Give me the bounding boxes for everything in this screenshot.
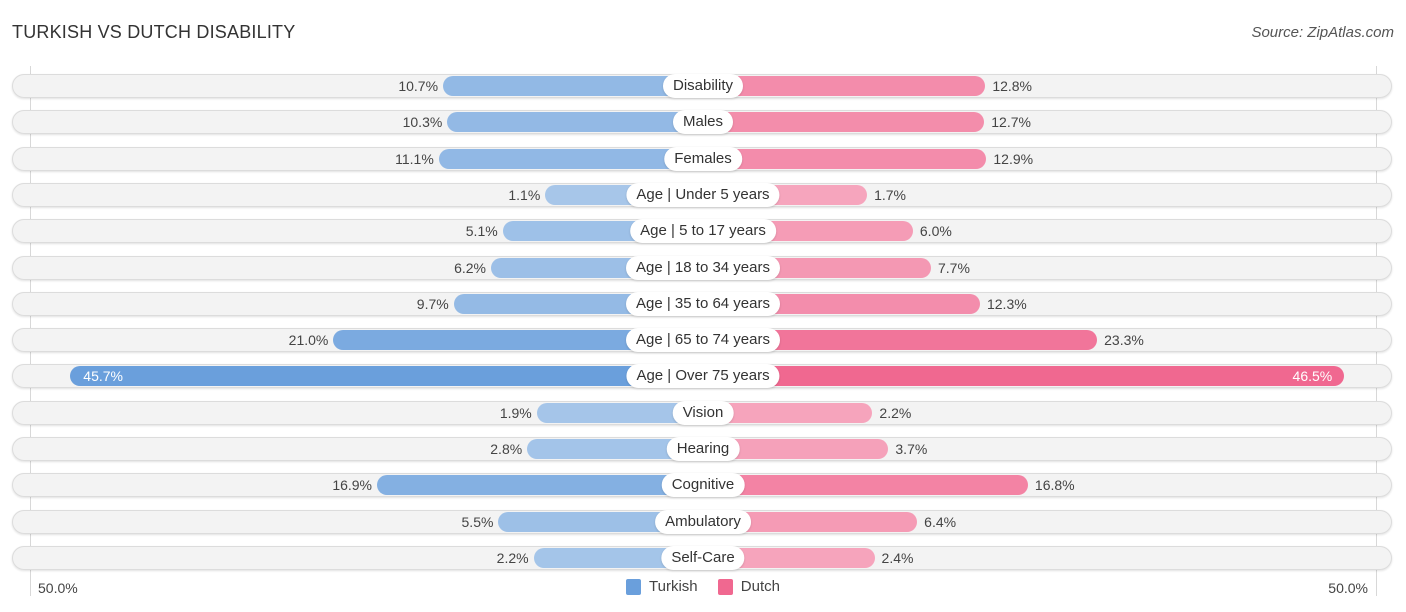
value-label-turkish: 45.7% (83, 368, 123, 385)
bar-dutch[interactable] (703, 366, 1345, 387)
category-label: Age | Over 75 years (626, 364, 780, 389)
value-label-turkish: 1.1% (508, 186, 541, 203)
legend-swatch-turkish (626, 578, 641, 595)
value-label-turkish: 6.2% (454, 259, 486, 276)
category-label: Hearing (666, 437, 740, 461)
category-label: Age | 65 to 74 years (626, 328, 780, 353)
value-label-turkish: 2.8% (490, 441, 523, 457)
value-label-turkish: 5.1% (465, 223, 498, 240)
value-label-turkish: 2.2% (496, 549, 529, 566)
category-label: Age | 35 to 64 years (626, 291, 780, 316)
category-label: Males (672, 110, 734, 135)
bar-turkish[interactable] (447, 112, 703, 133)
value-label-turkish: 1.9% (499, 404, 532, 421)
value-label-dutch: 12.9% (993, 150, 1034, 167)
legend-item-turkish[interactable]: Turkish (626, 578, 698, 595)
value-label-turkish: 16.9% (332, 477, 373, 494)
value-label-dutch: 16.8% (1034, 477, 1075, 494)
value-label-dutch: 46.5% (1292, 368, 1333, 385)
value-label-turkish: 21.0% (288, 332, 329, 349)
diverging-bar-chart: Disability 10.7% 12.8% Males 10.3% 12.7% Femal… (0, 0, 1406, 612)
legend-swatch-dutch (717, 578, 733, 595)
value-label-turkish: 11.1% (395, 150, 434, 167)
category-label: Cognitive (661, 473, 745, 498)
legend-label-dutch: Dutch (740, 578, 780, 595)
value-label-dutch: 7.7% (938, 259, 970, 276)
value-label-dutch: 1.7% (874, 186, 907, 203)
legend: Turkish Dutch (0, 578, 1406, 599)
value-label-turkish: 10.3% (402, 114, 443, 131)
value-label-dutch: 12.8% (992, 78, 1033, 94)
value-label-dutch: 2.4% (881, 549, 914, 566)
value-label-dutch: 6.0% (919, 223, 952, 240)
value-label-dutch: 6.4% (924, 513, 957, 530)
legend-label-turkish: Turkish (649, 578, 698, 595)
value-label-turkish: 10.7% (398, 78, 439, 94)
category-label: Age | 5 to 17 years (630, 219, 776, 244)
bar-dutch[interactable] (703, 475, 1028, 496)
category-label: Females (664, 146, 742, 171)
value-label-dutch: 23.3% (1104, 332, 1144, 349)
value-label-turkish: 5.5% (461, 513, 494, 530)
category-label: Disability (662, 74, 744, 98)
bar-turkish[interactable] (70, 366, 703, 387)
category-label: Vision (672, 400, 734, 425)
category-label: Age | Under 5 years (626, 182, 780, 207)
bar-dutch[interactable] (703, 148, 987, 169)
value-label-dutch: 2.2% (879, 404, 912, 421)
value-label-dutch: 12.7% (991, 114, 1031, 131)
category-label: Ambulatory (655, 509, 751, 534)
bar-turkish[interactable] (377, 475, 703, 496)
category-label: Self-Care (661, 545, 745, 570)
bar-dutch[interactable] (703, 76, 986, 96)
value-label-turkish: 9.7% (416, 295, 449, 312)
legend-item-dutch[interactable]: Dutch (717, 578, 780, 595)
category-label: Age | 18 to 34 years (626, 255, 780, 280)
value-label-dutch: 12.3% (986, 295, 1027, 312)
value-label-dutch: 3.7% (895, 441, 928, 457)
bar-dutch[interactable] (703, 112, 985, 133)
